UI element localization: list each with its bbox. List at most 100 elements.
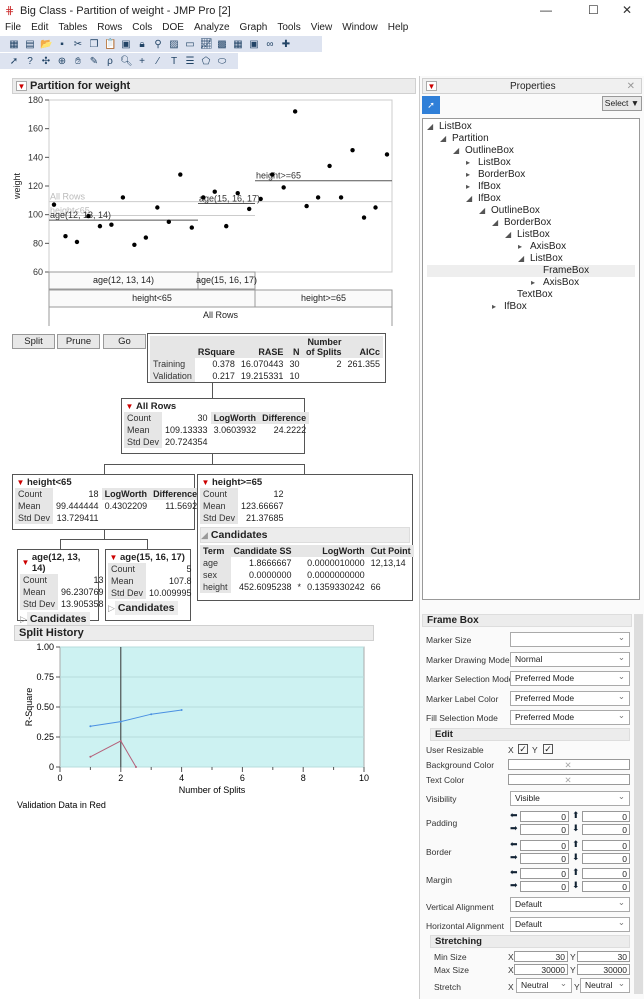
help-tool-icon[interactable]: ?: [24, 56, 36, 67]
resizable-x-checkbox[interactable]: ✓: [518, 744, 528, 754]
menu-help[interactable]: Help: [383, 22, 414, 33]
node-age-15-16-17[interactable]: ▼ age(15, 16, 17) Count 5 Mean 107.8 Std Dev 10…: [105, 549, 192, 621]
expand-toggle-icon[interactable]: ▸: [492, 301, 504, 313]
candidates-toggle[interactable]: Candidates: [26, 612, 90, 626]
copy-icon[interactable]: ❐: [88, 39, 100, 50]
prune-button[interactable]: Prune: [57, 334, 100, 349]
expand-toggle-icon[interactable]: ◢: [518, 253, 530, 265]
text-color-picker[interactable]: ✕: [508, 774, 630, 785]
expand-toggle-icon[interactable]: ◢: [427, 121, 439, 133]
save-icon[interactable]: ▪: [56, 39, 68, 50]
new-script-icon[interactable]: ▤: [24, 39, 36, 50]
tree-node[interactable]: ▸ IfBox: [427, 301, 635, 313]
script-icon[interactable]: ▣: [120, 39, 132, 50]
property-dropdown[interactable]: [510, 631, 630, 647]
heatmap-icon[interactable]: ▦: [232, 39, 244, 50]
background-color-picker[interactable]: ✕: [508, 759, 630, 770]
node-all-rows[interactable]: ▼ All Rows Count 30 LogWorth Difference Mean 10…: [121, 398, 310, 454]
menu-tables[interactable]: Tables: [53, 22, 92, 33]
vertical-alignment-dropdown[interactable]: Default: [510, 896, 630, 912]
crosshair-tool-icon[interactable]: ✣: [40, 56, 52, 67]
node-height-ge-65[interactable]: ▼ height>=65 Count 12 Mean 123.66667 Std Dev 21…: [197, 474, 414, 601]
tree-node[interactable]: ▸ AxisBox: [427, 241, 635, 253]
crosshair-icon[interactable]: +: [136, 56, 148, 67]
binoculars-icon[interactable]: ∞: [264, 39, 276, 50]
stretching-header[interactable]: Stretching: [430, 935, 630, 948]
red-triangle-menu-icon[interactable]: ▼: [124, 402, 135, 412]
chart-icon[interactable]: 📈︎: [200, 39, 213, 50]
rows-tool-icon[interactable]: ☰: [184, 56, 196, 67]
red-triangle-menu-icon[interactable]: ▼: [15, 478, 26, 488]
property-dropdown[interactable]: Preferred Mode: [510, 670, 630, 686]
close-button[interactable]: ✕: [622, 3, 632, 17]
add-icon[interactable]: ✚: [280, 39, 292, 50]
tree-node[interactable]: ▸ ListBox: [427, 157, 635, 169]
resizable-y-checkbox[interactable]: ✓: [543, 744, 553, 754]
brush-tool-icon[interactable]: ✎: [88, 56, 100, 67]
max-size-x-input[interactable]: 30000: [514, 964, 568, 975]
go-button[interactable]: Go: [103, 334, 146, 349]
border-input[interactable]: 0: [582, 840, 630, 851]
margin-input[interactable]: 0: [520, 881, 569, 892]
tree-node[interactable]: FrameBox: [427, 265, 635, 277]
annotate-tool-icon[interactable]: T: [168, 56, 180, 67]
menu-tools[interactable]: Tools: [272, 22, 305, 33]
margin-input[interactable]: 0: [520, 868, 569, 879]
expand-toggle-icon[interactable]: ◢: [492, 217, 504, 229]
tree-node[interactable]: ▸ AxisBox: [427, 277, 635, 289]
tree-node[interactable]: ◢ ListBox: [427, 229, 635, 241]
red-triangle-menu-icon[interactable]: ▼: [20, 558, 31, 568]
split-history-header[interactable]: Split History: [14, 625, 374, 641]
expand-toggle-icon[interactable]: ◢: [466, 193, 478, 205]
tree-node[interactable]: ▸ IfBox: [427, 181, 635, 193]
red-triangle-menu-icon[interactable]: ▼: [426, 81, 437, 91]
min-size-x-input[interactable]: 30: [514, 951, 568, 962]
arrow-tool-icon[interactable]: ➚: [8, 56, 20, 67]
menu-analyze[interactable]: Analyze: [189, 22, 235, 33]
menu-window[interactable]: Window: [337, 22, 383, 33]
min-size-y-input[interactable]: 30: [577, 951, 630, 962]
journal-icon[interactable]: ▨: [168, 39, 180, 50]
expand-toggle-icon[interactable]: ▸: [518, 241, 530, 253]
graph-builder-icon[interactable]: ▩: [216, 39, 228, 50]
tree-node[interactable]: TextBox: [427, 289, 635, 301]
close-panel-icon[interactable]: ✕: [627, 81, 635, 92]
candidates-header[interactable]: Candidates: [207, 528, 271, 542]
stretch-x-dropdown[interactable]: Neutral: [516, 977, 572, 993]
ellipse-tool-icon[interactable]: ⬭: [216, 56, 228, 67]
search-icon[interactable]: ⚲: [152, 39, 164, 50]
menu-view[interactable]: View: [306, 22, 338, 33]
menu-edit[interactable]: Edit: [26, 22, 53, 33]
frame-box-header[interactable]: Frame Box: [422, 614, 632, 627]
menu-graph[interactable]: Graph: [235, 22, 273, 33]
horizontal-alignment-dropdown[interactable]: Default: [510, 916, 630, 932]
tree-node[interactable]: ◢ OutlineBox: [427, 145, 635, 157]
red-triangle-menu-icon[interactable]: ▼: [200, 478, 211, 488]
expand-toggle-icon[interactable]: ◢: [505, 229, 517, 241]
polygon-tool-icon[interactable]: ⬠: [200, 56, 212, 67]
stretch-y-dropdown[interactable]: Neutral: [580, 977, 630, 993]
red-triangle-menu-icon[interactable]: ▼: [16, 81, 27, 91]
layout-icon[interactable]: ▭: [184, 39, 196, 50]
tree-node[interactable]: ◢ OutlineBox: [427, 205, 635, 217]
property-dropdown[interactable]: Normal: [510, 651, 630, 667]
padding-input[interactable]: 0: [520, 824, 569, 835]
magnifier-tool-icon[interactable]: 🔍︎: [120, 56, 133, 67]
expand-toggle-icon[interactable]: ▸: [466, 157, 478, 169]
expand-toggle-icon[interactable]: ▸: [466, 169, 478, 181]
property-dropdown[interactable]: Preferred Mode: [510, 690, 630, 706]
grabber-tool-icon[interactable]: ⊕: [56, 56, 68, 67]
line-tool-icon[interactable]: ⁄: [152, 56, 164, 67]
node-age-12-13-14[interactable]: ▼ age(12, 13, 14) Count 13 Mean 96.230769 Std …: [17, 549, 104, 626]
menu-rows[interactable]: Rows: [92, 22, 127, 33]
tree-node[interactable]: ▸ BorderBox: [427, 169, 635, 181]
selection-arrow-button[interactable]: ➚: [422, 96, 440, 114]
expand-toggle-icon[interactable]: ◢: [479, 205, 491, 217]
paste-icon[interactable]: 📋: [104, 39, 116, 50]
menu-cols[interactable]: Cols: [127, 22, 157, 33]
tree-node[interactable]: ◢ ListBox: [427, 253, 635, 265]
red-triangle-menu-icon[interactable]: ▼: [108, 553, 119, 563]
padding-input[interactable]: 0: [520, 811, 569, 822]
split-button[interactable]: Split: [12, 334, 55, 349]
open-icon[interactable]: 📂: [40, 39, 52, 50]
